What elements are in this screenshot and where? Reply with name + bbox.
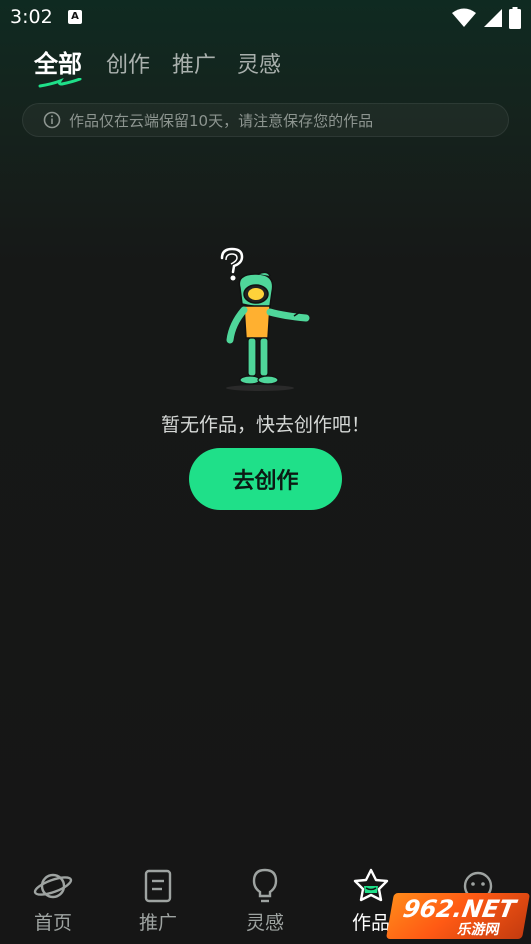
nav-promote-label: 推广	[138, 912, 177, 934]
status-icons	[451, 7, 521, 29]
active-tab-indicator	[38, 78, 82, 88]
lightbulb-icon	[252, 868, 278, 903]
tab-all-label: 全部	[34, 50, 82, 78]
tab-create-label: 创作	[106, 53, 151, 78]
storage-notice: 作品仅在云端保留10天，请注意保存您的作品	[22, 103, 509, 137]
tab-inspiration[interactable]: 灵感	[237, 47, 281, 79]
nav-promote[interactable]: 推广	[118, 868, 198, 942]
tab-promote[interactable]: 推广	[172, 47, 216, 79]
tab-inspiration-label: 灵感	[237, 53, 282, 78]
nav-home[interactable]: 首页	[13, 868, 93, 942]
signal-icon	[484, 9, 502, 27]
tab-create[interactable]: 创作	[106, 47, 150, 79]
watermark-sub: 乐游网	[456, 922, 501, 938]
app-notification-icon: A	[68, 10, 82, 24]
go-create-button[interactable]: 去创作	[189, 448, 342, 510]
tab-all[interactable]: 全部	[34, 44, 82, 79]
star-icon	[353, 868, 389, 902]
wifi-icon	[452, 8, 476, 27]
tab-promote-label: 推广	[172, 53, 217, 78]
nav-inspiration-label: 灵感	[245, 912, 284, 934]
status-time: 3:02	[10, 6, 53, 28]
empty-state-message: 暂无作品，快去创作吧！	[160, 414, 370, 436]
site-watermark-logo: 962.NET 乐游网	[385, 893, 531, 939]
planet-icon	[33, 873, 73, 899]
empty-mascot-illustration	[220, 247, 310, 391]
battery-icon	[509, 7, 521, 29]
nav-home-label: 首页	[33, 912, 72, 934]
document-icon	[144, 869, 172, 903]
info-icon	[43, 111, 61, 129]
notice-text: 作品仅在云端保留10天，请注意保存您的作品	[69, 111, 374, 130]
nav-inspiration[interactable]: 灵感	[225, 868, 305, 942]
status-bar: 3:02 A	[0, 0, 531, 36]
